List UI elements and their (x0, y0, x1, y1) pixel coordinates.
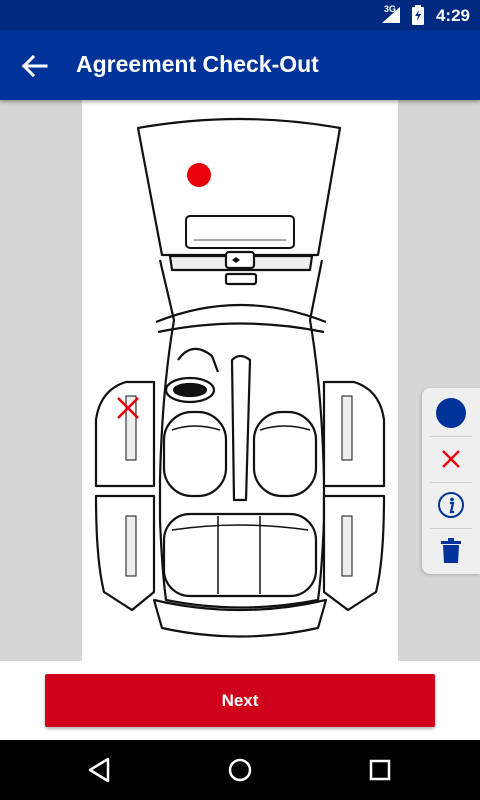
vehicle-diagram-card[interactable] (82, 100, 398, 661)
next-button[interactable]: Next (45, 674, 435, 727)
status-bar: 3G 4:29 (0, 0, 480, 30)
damage-cross-tool[interactable] (422, 436, 480, 482)
info-tool[interactable] (422, 482, 480, 528)
damage-dot-marker (187, 163, 211, 187)
footer: Next (0, 661, 480, 740)
signal-icon (382, 7, 400, 23)
trash-icon (441, 538, 461, 563)
nav-recent-apps-icon[interactable] (364, 754, 396, 786)
page-title: Agreement Check-Out (76, 51, 319, 77)
cross-icon (442, 450, 460, 468)
battery-icon (412, 5, 424, 25)
delete-tool[interactable] (422, 528, 480, 574)
nav-home-icon[interactable] (224, 754, 256, 786)
app-bar: Agreement Check-Out (0, 30, 480, 100)
arrow-back-icon[interactable] (16, 50, 52, 82)
filled-circle-icon (436, 398, 466, 428)
status-time: 4:29 (435, 6, 470, 25)
vehicle-top-view-diagram[interactable] (82, 100, 398, 661)
system-navigation-bar (0, 740, 480, 800)
damage-dot-tool[interactable] (422, 390, 480, 436)
main-content (0, 100, 480, 661)
nav-back-icon[interactable] (84, 754, 116, 786)
marker-tool-panel (422, 388, 480, 574)
info-icon (438, 492, 464, 518)
